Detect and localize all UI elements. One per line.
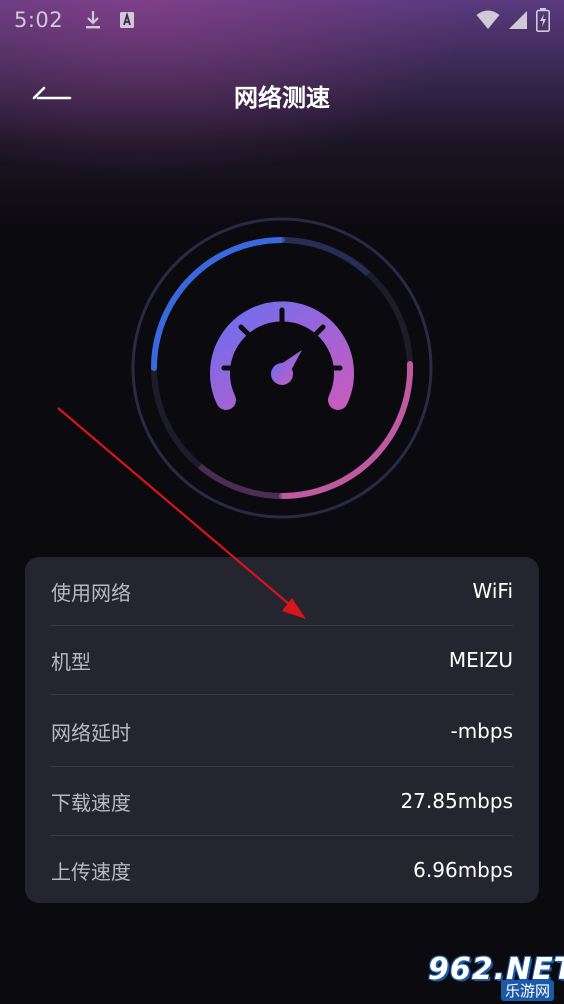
gauge-arc-end-fade bbox=[198, 463, 283, 499]
info-label: 网络延时 bbox=[51, 720, 131, 745]
watermark-logo: 962.NET 乐游网 bbox=[426, 952, 564, 1001]
network-info-card: 使用网络 WiFi 机型 MEIZU 网络延时 -mbps 下载速度 27.85… bbox=[25, 557, 539, 903]
info-value: MEIZU bbox=[448, 648, 513, 672]
info-value: 27.85mbps bbox=[400, 789, 513, 813]
info-row-network: 使用网络 WiFi bbox=[51, 557, 513, 625]
page-title: 网络测速 bbox=[234, 84, 330, 112]
info-row-latency: 网络延时 -mbps bbox=[51, 697, 513, 765]
app-header: 网络测速 bbox=[0, 66, 564, 122]
signal-icon bbox=[508, 10, 528, 30]
gauge-arc-fade bbox=[281, 237, 371, 277]
a-badge-icon bbox=[119, 11, 135, 29]
info-row-model: 机型 MEIZU bbox=[51, 626, 513, 694]
watermark-sub: 乐游网 bbox=[500, 980, 554, 1001]
status-bar: 5:02 bbox=[0, 0, 564, 40]
info-label: 机型 bbox=[51, 649, 91, 674]
download-icon bbox=[85, 10, 101, 30]
info-label: 下载速度 bbox=[51, 790, 131, 815]
status-time: 5:02 bbox=[14, 8, 64, 32]
speed-gauge[interactable] bbox=[128, 214, 436, 522]
wifi-icon bbox=[476, 10, 500, 30]
info-label: 使用网络 bbox=[51, 580, 131, 605]
info-row-download: 下载速度 27.85mbps bbox=[51, 767, 513, 835]
info-label: 上传速度 bbox=[51, 859, 131, 884]
divider bbox=[51, 694, 513, 695]
info-value: WiFi bbox=[472, 579, 514, 603]
speedometer-icon bbox=[210, 301, 354, 410]
battery-charging-icon bbox=[536, 8, 550, 32]
info-value: -mbps bbox=[450, 719, 513, 743]
info-value: 6.96mbps bbox=[413, 858, 513, 882]
info-row-upload: 上传速度 6.96mbps bbox=[51, 836, 513, 904]
